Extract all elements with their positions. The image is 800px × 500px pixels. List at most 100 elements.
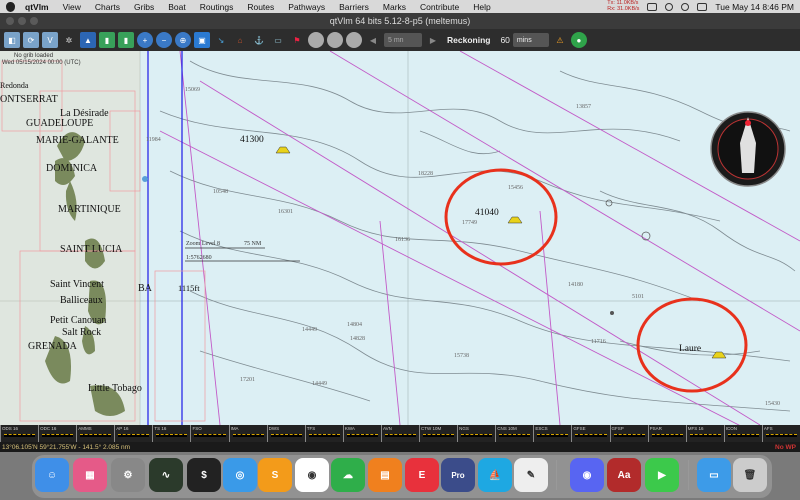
zoom-out-icon[interactable]: − bbox=[156, 32, 172, 48]
expressvpn-icon[interactable]: E bbox=[405, 458, 439, 492]
grib-model-segment[interactable]: NGS bbox=[457, 425, 495, 442]
map-layer-icon[interactable]: ▭ bbox=[270, 32, 286, 48]
boat-label[interactable]: 41040 bbox=[475, 208, 499, 218]
home-icon[interactable]: ⌂ bbox=[232, 32, 248, 48]
grib-model-segment[interactable]: TS 16 bbox=[152, 425, 190, 442]
depth-sounding: 15069 bbox=[185, 87, 200, 93]
route-icon[interactable]: ⟳ bbox=[23, 32, 39, 48]
menu-view[interactable]: View bbox=[63, 2, 81, 12]
barrier-icon[interactable]: ▲ bbox=[80, 32, 96, 48]
island-label: GUADELOUPE bbox=[26, 118, 94, 129]
island-label: BA bbox=[138, 283, 152, 294]
grib-model-segment[interactable]: TFS bbox=[304, 425, 343, 442]
safari-icon[interactable]: ◎ bbox=[223, 458, 257, 492]
app-menu[interactable]: qtVlm bbox=[25, 2, 49, 12]
minimize-button[interactable] bbox=[18, 17, 26, 25]
activity-monitor-icon[interactable]: ∿ bbox=[149, 458, 183, 492]
menu-help[interactable]: Help bbox=[473, 2, 490, 12]
grib-model-segment[interactable]: IMA bbox=[228, 425, 267, 442]
menu-contribute[interactable]: Contribute bbox=[420, 2, 459, 12]
grib-model-segment[interactable]: ODC 16 bbox=[38, 425, 76, 442]
select-area-icon[interactable]: ▣ bbox=[194, 32, 210, 48]
ais-list-icon[interactable]: ▮ bbox=[118, 32, 134, 48]
menubar-clock[interactable]: Tue May 14 8:46 PM bbox=[715, 2, 794, 12]
grib-model-segment[interactable]: ICON bbox=[723, 425, 762, 442]
menu-boat[interactable]: Boat bbox=[168, 2, 186, 12]
grib-model-segment[interactable]: CTW 10M bbox=[419, 425, 457, 442]
finder-icon[interactable]: ☺ bbox=[35, 458, 69, 492]
search-icon[interactable] bbox=[681, 2, 690, 11]
grib-model-segment[interactable]: AVN bbox=[380, 425, 419, 442]
downloads-icon[interactable]: ▭ bbox=[697, 458, 731, 492]
grib-model-segment[interactable]: AFS bbox=[761, 425, 800, 442]
network-monitor[interactable]: Tx: 11.0KB/s Rx: 31.0KB/s bbox=[607, 0, 639, 12]
menu-charts[interactable]: Charts bbox=[95, 2, 120, 12]
discord-icon[interactable]: ◉ bbox=[570, 458, 604, 492]
close-button[interactable] bbox=[6, 17, 14, 25]
apple-icon[interactable] bbox=[6, 1, 15, 12]
duration-unit-dropdown[interactable]: mins bbox=[512, 33, 549, 47]
warning-icon[interactable]: ⚠ bbox=[552, 32, 568, 48]
control-center-icon[interactable] bbox=[697, 2, 708, 11]
macvim-pro-icon[interactable]: Pro bbox=[441, 458, 475, 492]
menu-routes[interactable]: Routes bbox=[247, 2, 274, 12]
settings-icon[interactable]: ⚙ bbox=[111, 458, 145, 492]
grib-model-label: AVN bbox=[382, 426, 392, 431]
qtvlm-icon[interactable]: ⛵ bbox=[478, 458, 512, 492]
stop-icon[interactable] bbox=[346, 32, 362, 48]
zoom-fit-icon[interactable]: ⊕ bbox=[175, 32, 191, 48]
grib-model-segment[interactable]: AP 16 bbox=[114, 425, 152, 442]
dictionary-icon[interactable]: Aa bbox=[607, 458, 641, 492]
zoom-button[interactable] bbox=[30, 17, 38, 25]
play-icon[interactable] bbox=[308, 32, 324, 48]
compass-rose-icon[interactable]: ✲ bbox=[61, 32, 77, 48]
grib-model-segment[interactable]: GFSP bbox=[609, 425, 648, 442]
time-step-dropdown[interactable]: 5 mn bbox=[384, 33, 422, 47]
grib-model-segment[interactable]: ODS 16 bbox=[0, 425, 38, 442]
grib-model-segment[interactable]: DWS bbox=[266, 425, 305, 442]
sublime-icon[interactable]: S bbox=[258, 458, 292, 492]
next-step-icon[interactable]: ▶ bbox=[425, 32, 441, 48]
chrome-icon[interactable]: ◉ bbox=[295, 458, 329, 492]
depth-sounding: 14449 bbox=[302, 327, 317, 333]
textedit-icon[interactable]: ✎ bbox=[514, 458, 548, 492]
open-map-icon[interactable]: ◧ bbox=[4, 32, 20, 48]
trash-icon[interactable]: 🗑 bbox=[733, 458, 767, 492]
sync-icon[interactable]: ● bbox=[570, 32, 587, 48]
grib-model-segment[interactable]: AMMS bbox=[76, 425, 114, 442]
wifi-icon[interactable] bbox=[665, 2, 674, 11]
grib-model-label: GFSE bbox=[573, 426, 586, 431]
menu-routings[interactable]: Routings bbox=[200, 2, 234, 12]
menu-pathways[interactable]: Pathways bbox=[288, 2, 325, 12]
grib-model-segment[interactable]: FSO bbox=[190, 425, 228, 442]
zoom-in-icon[interactable]: + bbox=[137, 32, 153, 48]
grib-model-segment[interactable]: GFSE bbox=[571, 425, 609, 442]
vlm-icon[interactable]: V bbox=[42, 32, 58, 48]
grib-model-segment[interactable]: MFS 16 bbox=[685, 425, 724, 442]
launchpad-icon[interactable]: ▦ bbox=[73, 458, 107, 492]
grib-model-label: FSO bbox=[192, 426, 202, 431]
books-icon[interactable]: ▤ bbox=[368, 458, 402, 492]
nautical-chart[interactable]: No grib loaded Wed 05/15/2024 00:00 (UTC… bbox=[0, 51, 800, 425]
server-icon[interactable]: ☁ bbox=[331, 458, 365, 492]
battery-icon[interactable] bbox=[647, 2, 658, 11]
grib-model-segment[interactable]: KWA bbox=[342, 425, 381, 442]
facetime-icon[interactable]: ▶ bbox=[645, 458, 679, 492]
grib-model-segment[interactable]: PSAR bbox=[647, 425, 686, 442]
ais-icon[interactable]: ▮ bbox=[99, 32, 115, 48]
terminal-icon[interactable]: $ bbox=[187, 458, 221, 492]
menu-barriers[interactable]: Barriers bbox=[339, 2, 369, 12]
compass-widget[interactable] bbox=[710, 111, 786, 187]
anchor-icon[interactable]: ⚓ bbox=[251, 32, 267, 48]
grib-arrow-icon[interactable]: ↘ bbox=[213, 32, 229, 48]
boat-label[interactable]: 41300 bbox=[240, 135, 264, 145]
duration-value[interactable]: 60 bbox=[500, 35, 509, 45]
pause-icon[interactable] bbox=[327, 32, 343, 48]
boat-label[interactable]: Laure bbox=[679, 344, 701, 354]
wind-flag-icon[interactable]: ⚑ bbox=[289, 32, 305, 48]
grib-model-segment[interactable]: ESCS bbox=[533, 425, 571, 442]
menu-marks[interactable]: Marks bbox=[383, 2, 406, 12]
prev-step-icon[interactable]: ◀ bbox=[365, 32, 381, 48]
grib-model-segment[interactable]: CNS 10M bbox=[495, 425, 533, 442]
menu-gribs[interactable]: Gribs bbox=[134, 2, 154, 12]
